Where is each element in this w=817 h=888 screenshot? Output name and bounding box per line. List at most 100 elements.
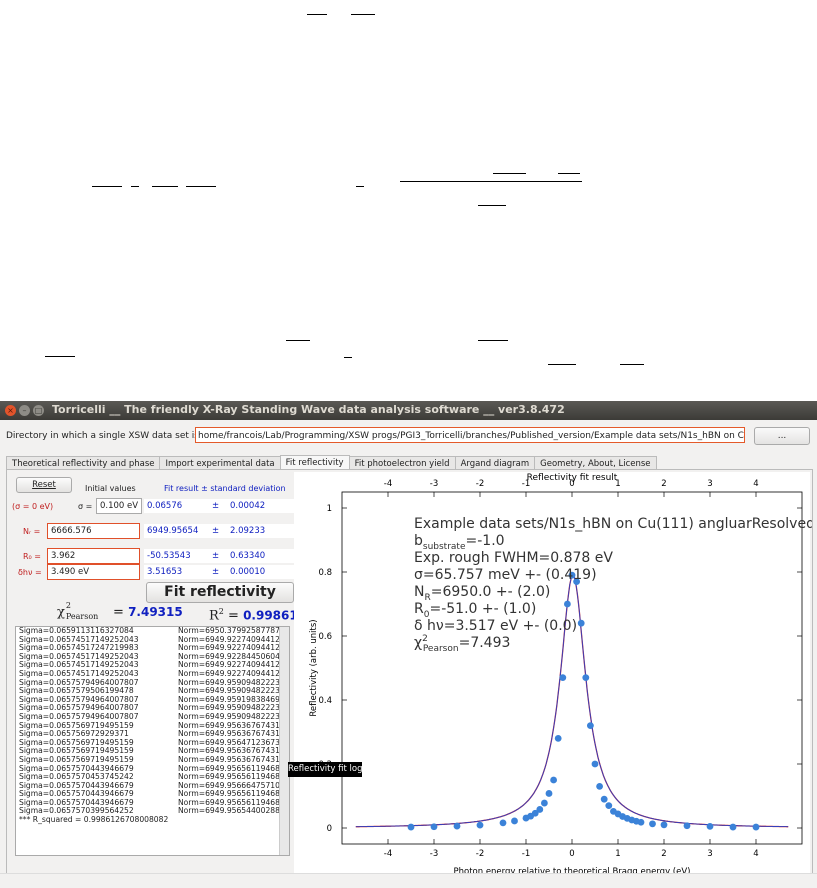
data-point xyxy=(577,619,585,627)
data-point xyxy=(499,819,507,827)
window-title: Torricelli __ The friendly X-Ray Standin… xyxy=(52,403,565,416)
annotation-rest: =-51.0 +- (1.0) xyxy=(429,601,536,617)
chi-symbol: χ xyxy=(57,605,65,620)
data-point xyxy=(660,821,668,829)
data-point xyxy=(582,674,590,681)
reset-button[interactable]: Reset xyxy=(16,477,72,493)
data-point xyxy=(706,823,714,830)
browse-button[interactable]: ... xyxy=(754,427,810,445)
sigma-label: σ = xyxy=(78,502,93,511)
annotation-text: χ xyxy=(414,635,422,651)
x-tick-label-top: 0 xyxy=(569,479,574,489)
data-point xyxy=(752,823,760,831)
data-point xyxy=(587,722,594,729)
data-point xyxy=(511,817,518,825)
data-point xyxy=(476,821,484,829)
x-tick-label-top: 1 xyxy=(615,479,620,489)
annotation-line: Exp. rough FWHM=0.878 eV xyxy=(414,550,613,566)
fit-reflectivity-button[interactable]: Fit reflectivity xyxy=(146,582,294,603)
x-tick-label-top: -2 xyxy=(476,479,484,489)
chi-squared-readout: χ 2 Pearson = 7.49315 xyxy=(57,601,183,621)
log-norm: Norm=6949.956544002883 xyxy=(178,806,285,816)
sigma-result-field: 0.06576 ±0.00042 xyxy=(144,499,294,513)
sigma-error: 0.00042 xyxy=(230,501,266,511)
sigma-fit-value: 0.06576 xyxy=(147,501,183,511)
data-point xyxy=(591,760,599,768)
r0-label: R₀ = xyxy=(23,552,42,561)
annotation-superscript: 2 xyxy=(422,634,428,644)
dhv-fit-value: 3.51653 xyxy=(147,567,183,577)
chi-equals: = xyxy=(113,605,124,620)
chi-subscript: Pearson xyxy=(65,611,99,621)
dhv-input[interactable]: 3.490 eV xyxy=(47,564,140,580)
app-window: × – □ Torricelli __ The friendly X-Ray S… xyxy=(0,401,817,888)
annotation-line: δ hν=3.517 eV +- (0.0) xyxy=(414,618,577,634)
data-point xyxy=(536,806,544,813)
x-tick-label: 3 xyxy=(707,849,712,859)
data-point xyxy=(637,818,645,826)
r2-symbol: R xyxy=(209,608,219,624)
chi-superscript: 2 xyxy=(65,600,71,610)
x-tick-label-top: 4 xyxy=(753,479,758,489)
chart-canvas xyxy=(294,472,810,878)
data-point xyxy=(729,823,737,831)
data-point xyxy=(554,735,562,742)
reflectivity-chart: Reflectivity fit result-4-4-3-3-2-2-1-10… xyxy=(294,472,812,878)
x-tick-label-top: 3 xyxy=(707,479,712,489)
nr-result-field: 6949.95654 ±2.09233 xyxy=(144,524,294,538)
r0-error: 0.63340 xyxy=(230,551,266,561)
dhv-label: δhν = xyxy=(18,568,42,577)
nr-pm: ± xyxy=(212,526,220,536)
x-tick-label: 0 xyxy=(569,849,574,859)
x-tick-label: 2 xyxy=(661,849,666,859)
log-line: *** R_squared = 0.9986126708008082 xyxy=(16,815,289,825)
y-tick-label: 0.6 xyxy=(318,632,332,642)
data-point xyxy=(550,776,557,784)
annotation-subscript: Pearson xyxy=(423,644,459,654)
data-point xyxy=(545,790,553,797)
x-tick-label-top: -3 xyxy=(430,479,438,489)
dhv-result-field: 3.51653 ±0.00010 xyxy=(144,565,294,579)
x-tick-label: 1 xyxy=(615,849,620,859)
annotation-text: Exp. rough FWHM=0.878 eV xyxy=(414,550,613,566)
fit-reflectivity-panel: Reset Initial values Fit result ± standa… xyxy=(6,469,813,882)
x-tick-label-top: 2 xyxy=(661,479,666,489)
data-point xyxy=(541,799,548,807)
nr-input[interactable]: 6666.576 xyxy=(47,523,140,539)
r0-pm: ± xyxy=(212,551,220,561)
chi-value: 7.49315 xyxy=(128,605,183,619)
r-squared-readout: R2 = 0.99861 xyxy=(209,607,298,623)
initial-values-label: Initial values xyxy=(85,484,136,493)
tab-bar: Theoretical reflectivity and phase Import… xyxy=(6,453,657,472)
r0-fit-value: -50.53543 xyxy=(147,551,191,561)
dhv-pm: ± xyxy=(212,567,220,577)
directory-row: Directory in which a single XSW data set… xyxy=(0,420,817,452)
log-sigma: *** R_squared = 0.9986126708008082 xyxy=(19,815,169,825)
directory-input[interactable]: home/francois/Lab/Programming/XSW progs/… xyxy=(195,427,745,443)
data-point xyxy=(605,802,613,809)
status-bar xyxy=(0,873,817,888)
y-tick-label: 0 xyxy=(327,824,332,834)
close-icon[interactable]: × xyxy=(5,405,16,416)
fit-log-scrollbar[interactable] xyxy=(279,627,289,855)
sigma-input[interactable]: 0.100 eV xyxy=(96,498,142,514)
minimize-icon[interactable]: – xyxy=(19,405,30,416)
fit-log[interactable]: Sigma=0.0659113116327084 Norm=6950.379925… xyxy=(15,626,290,856)
dhv-error: 0.00010 xyxy=(230,567,266,577)
data-point xyxy=(564,600,571,608)
data-point xyxy=(649,820,656,828)
r0-result-field: -50.53543 ±0.63340 xyxy=(144,549,294,563)
nr-error: 2.09233 xyxy=(230,526,266,536)
data-point xyxy=(600,795,608,803)
annotation-rest: =6950.0 +- (2.0) xyxy=(431,584,551,600)
title-bar: × – □ Torricelli __ The friendly X-Ray S… xyxy=(0,401,817,420)
maximize-icon[interactable]: □ xyxy=(33,405,44,416)
sigma-note: (σ = 0 eV) xyxy=(12,502,54,511)
y-tick-label: 0.4 xyxy=(318,696,332,706)
data-point xyxy=(596,783,603,790)
data-point xyxy=(407,823,415,831)
y-tick-label: 0.8 xyxy=(318,568,332,578)
r0-input[interactable]: 3.962 xyxy=(47,548,140,564)
data-point xyxy=(453,822,461,830)
data-point xyxy=(430,823,438,831)
